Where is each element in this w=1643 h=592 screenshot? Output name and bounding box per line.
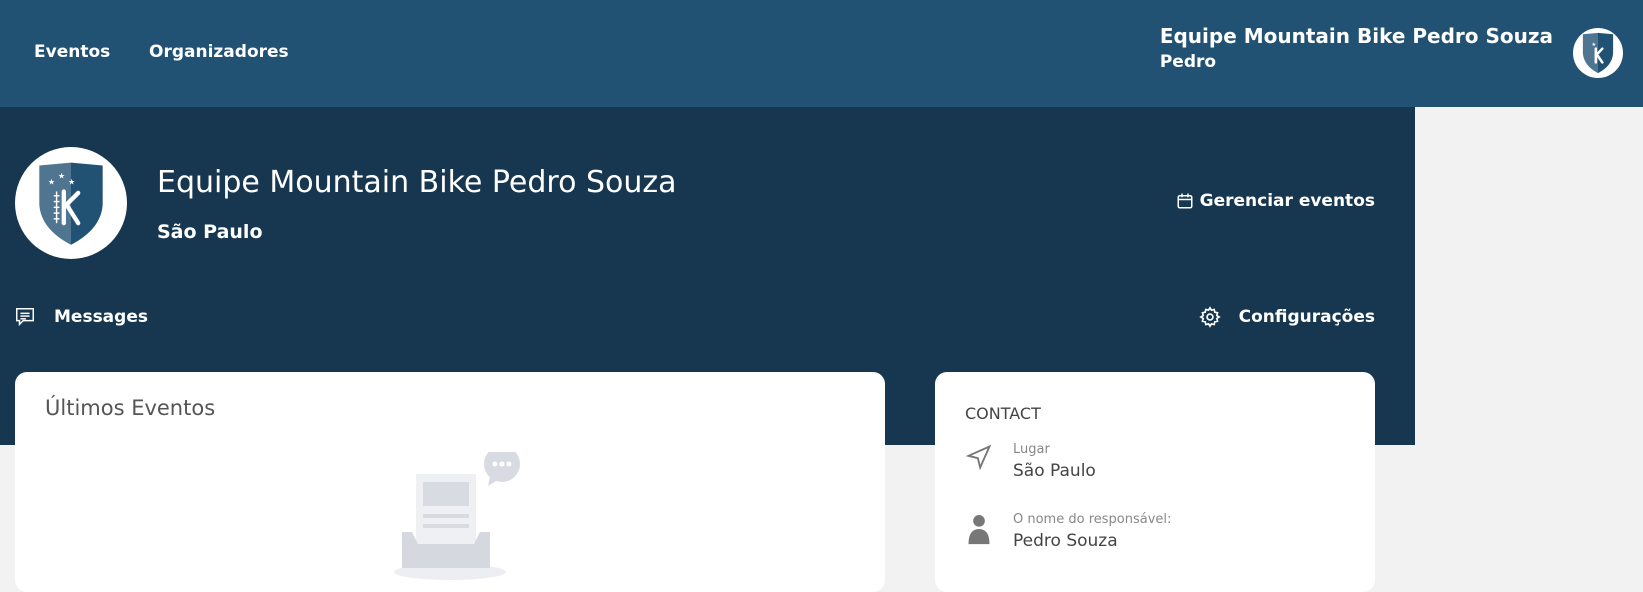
svg-text:★: ★ [68, 177, 75, 186]
team-shield-logo-icon: ★ [1582, 32, 1614, 74]
place-label: Lugar [1013, 442, 1050, 457]
messages-button[interactable]: Messages [14, 306, 148, 328]
user-team-name: Equipe Mountain Bike Pedro Souza [1159, 24, 1553, 48]
messages-label: Messages [54, 307, 148, 327]
user-avatar[interactable]: ★ [1573, 28, 1623, 78]
person-label: O nome do responsável: [1013, 512, 1172, 527]
team-shield-logo-icon: ★ ★ ★ [39, 162, 103, 245]
team-city: São Paulo [157, 221, 263, 243]
latest-events-title: Últimos Eventos [45, 396, 216, 420]
svg-text:★: ★ [58, 172, 65, 181]
place-value: São Paulo [1013, 461, 1096, 481]
message-icon [16, 308, 34, 327]
team-avatar: ★ ★ ★ [15, 147, 127, 259]
contact-person-row: O nome do responsável: Pedro Souza [965, 512, 1171, 551]
latest-events-card: Últimos Eventos [15, 372, 885, 592]
contact-place-row: Lugar São Paulo [965, 442, 1096, 481]
contact-heading: CONTACT [965, 404, 1041, 423]
user-name: Pedro [1159, 52, 1217, 72]
calendar-icon [1177, 193, 1193, 209]
svg-text:★: ★ [1592, 42, 1597, 48]
settings-label: Configurações [1238, 307, 1375, 327]
person-icon [968, 515, 990, 545]
nav-eventos-link[interactable]: Eventos [34, 42, 110, 62]
empty-inbox-icon [394, 452, 520, 580]
settings-button[interactable]: Configurações [1198, 306, 1375, 328]
manage-events-button[interactable]: Gerenciar eventos [1176, 191, 1375, 211]
user-menu[interactable]: Equipe Mountain Bike Pedro Souza Pedro [1160, 24, 1553, 72]
gear-icon [1198, 306, 1221, 328]
location-arrow-icon [965, 444, 992, 471]
team-title: Equipe Mountain Bike Pedro Souza [157, 165, 677, 200]
manage-events-label: Gerenciar eventos [1199, 191, 1375, 211]
top-navbar: Eventos Organizadores Equipe Mountain Bi… [0, 0, 1643, 107]
person-value: Pedro Souza [1013, 531, 1118, 551]
contact-card: CONTACT Lugar São Paulo O nome do respon… [935, 372, 1375, 592]
svg-text:★: ★ [48, 177, 55, 186]
nav-organizadores-link[interactable]: Organizadores [149, 42, 289, 62]
